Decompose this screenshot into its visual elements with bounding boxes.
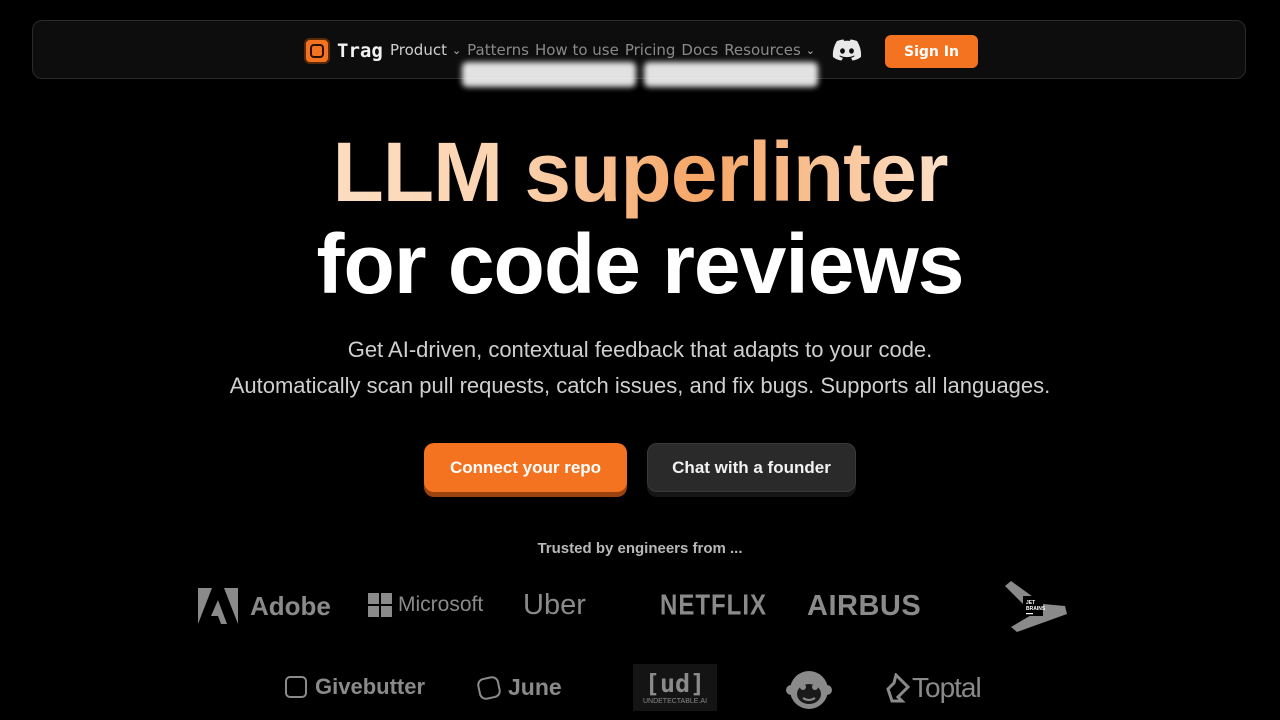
- brand-link[interactable]: Trag: [304, 38, 383, 64]
- hero-title-line2: for code reviews: [316, 217, 965, 311]
- netflix-wordmark: NETFLIX: [660, 589, 767, 622]
- nav-item-docs[interactable]: Docs: [681, 41, 718, 59]
- june-logo: June: [475, 674, 562, 701]
- june-wordmark: June: [508, 674, 562, 700]
- nav-item-how-to-use[interactable]: How to use: [535, 41, 619, 59]
- microsoft-wordmark: Microsoft: [398, 593, 484, 616]
- ud-caption: UNDETECTABLE.AI: [642, 698, 708, 705]
- trusted-label: Trusted by engineers from ...: [537, 540, 743, 557]
- chat-founder-button[interactable]: Chat with a founder: [647, 443, 856, 492]
- nav-item-resources[interactable]: Resources ⌄: [724, 41, 815, 59]
- toptal-wordmark: Toptal: [912, 672, 982, 703]
- adobe-logo: Adobe: [198, 588, 331, 624]
- nav-item-label: Pricing: [624, 41, 676, 59]
- givebutter-wordmark: Givebutter: [315, 674, 426, 699]
- trag-logo-icon: [304, 38, 330, 64]
- nav-item-label: Product: [390, 41, 447, 59]
- givebutter-icon: [285, 676, 307, 698]
- sign-in-button[interactable]: Sign In: [885, 35, 978, 68]
- obscured-element: [462, 62, 636, 87]
- uber-logo: Uber: [523, 589, 586, 622]
- svg-text:BRAINS: BRAINS: [1026, 606, 1046, 612]
- navbar: Trag Product ⌄ Patterns How to use Prici…: [32, 20, 1246, 79]
- netflix-logo: NETFLIX: [660, 589, 767, 623]
- airbus-logo: AIRBUS: [807, 590, 921, 623]
- nav-item-label: How to use: [534, 41, 619, 59]
- chevron-down-icon: ⌄: [805, 43, 816, 57]
- brand-name: Trag: [337, 40, 383, 62]
- nav-item-label: Patterns: [467, 41, 529, 59]
- hero-subtitle-line2: Automatically scan pull requests, catch …: [229, 373, 1051, 398]
- discord-icon[interactable]: [832, 39, 862, 61]
- ud-mark: [ud]: [644, 669, 706, 698]
- microsoft-logo: Microsoft: [368, 593, 483, 617]
- airbus-wordmark: AIRBUS: [807, 590, 922, 622]
- uber-wordmark: Uber: [523, 589, 586, 621]
- nav-menu: Product ⌄ Patterns How to use Pricing Do…: [390, 41, 821, 59]
- nav-item-patterns[interactable]: Patterns: [467, 41, 529, 59]
- toptal-logo: Toptal: [886, 672, 982, 704]
- obscured-element: [644, 62, 818, 87]
- givebutter-logo: Givebutter: [285, 674, 425, 700]
- hero-title-line1: LLM superlinter: [0, 124, 1280, 220]
- monkey-logo-icon: [786, 671, 832, 709]
- nav-item-product[interactable]: Product ⌄: [390, 41, 461, 59]
- adobe-wordmark: Adobe: [250, 590, 331, 621]
- undetectable-logo: [ud] UNDETECTABLE.AI: [633, 664, 717, 711]
- june-icon: [475, 674, 503, 701]
- jetbrains-logo: JET BRAINS: [1005, 581, 1067, 632]
- connect-repo-button[interactable]: Connect your repo: [424, 443, 627, 492]
- toptal-icon: [886, 673, 910, 703]
- nav-item-label: Docs: [681, 41, 719, 59]
- nav-item-label: Resources: [724, 41, 801, 59]
- microsoft-icon: [368, 593, 392, 617]
- nav-item-pricing[interactable]: Pricing: [625, 41, 676, 59]
- adobe-icon: [198, 588, 238, 624]
- chevron-down-icon: ⌄: [451, 43, 462, 57]
- hero-subtitle-line1: Get AI-driven, contextual feedback that …: [347, 337, 933, 362]
